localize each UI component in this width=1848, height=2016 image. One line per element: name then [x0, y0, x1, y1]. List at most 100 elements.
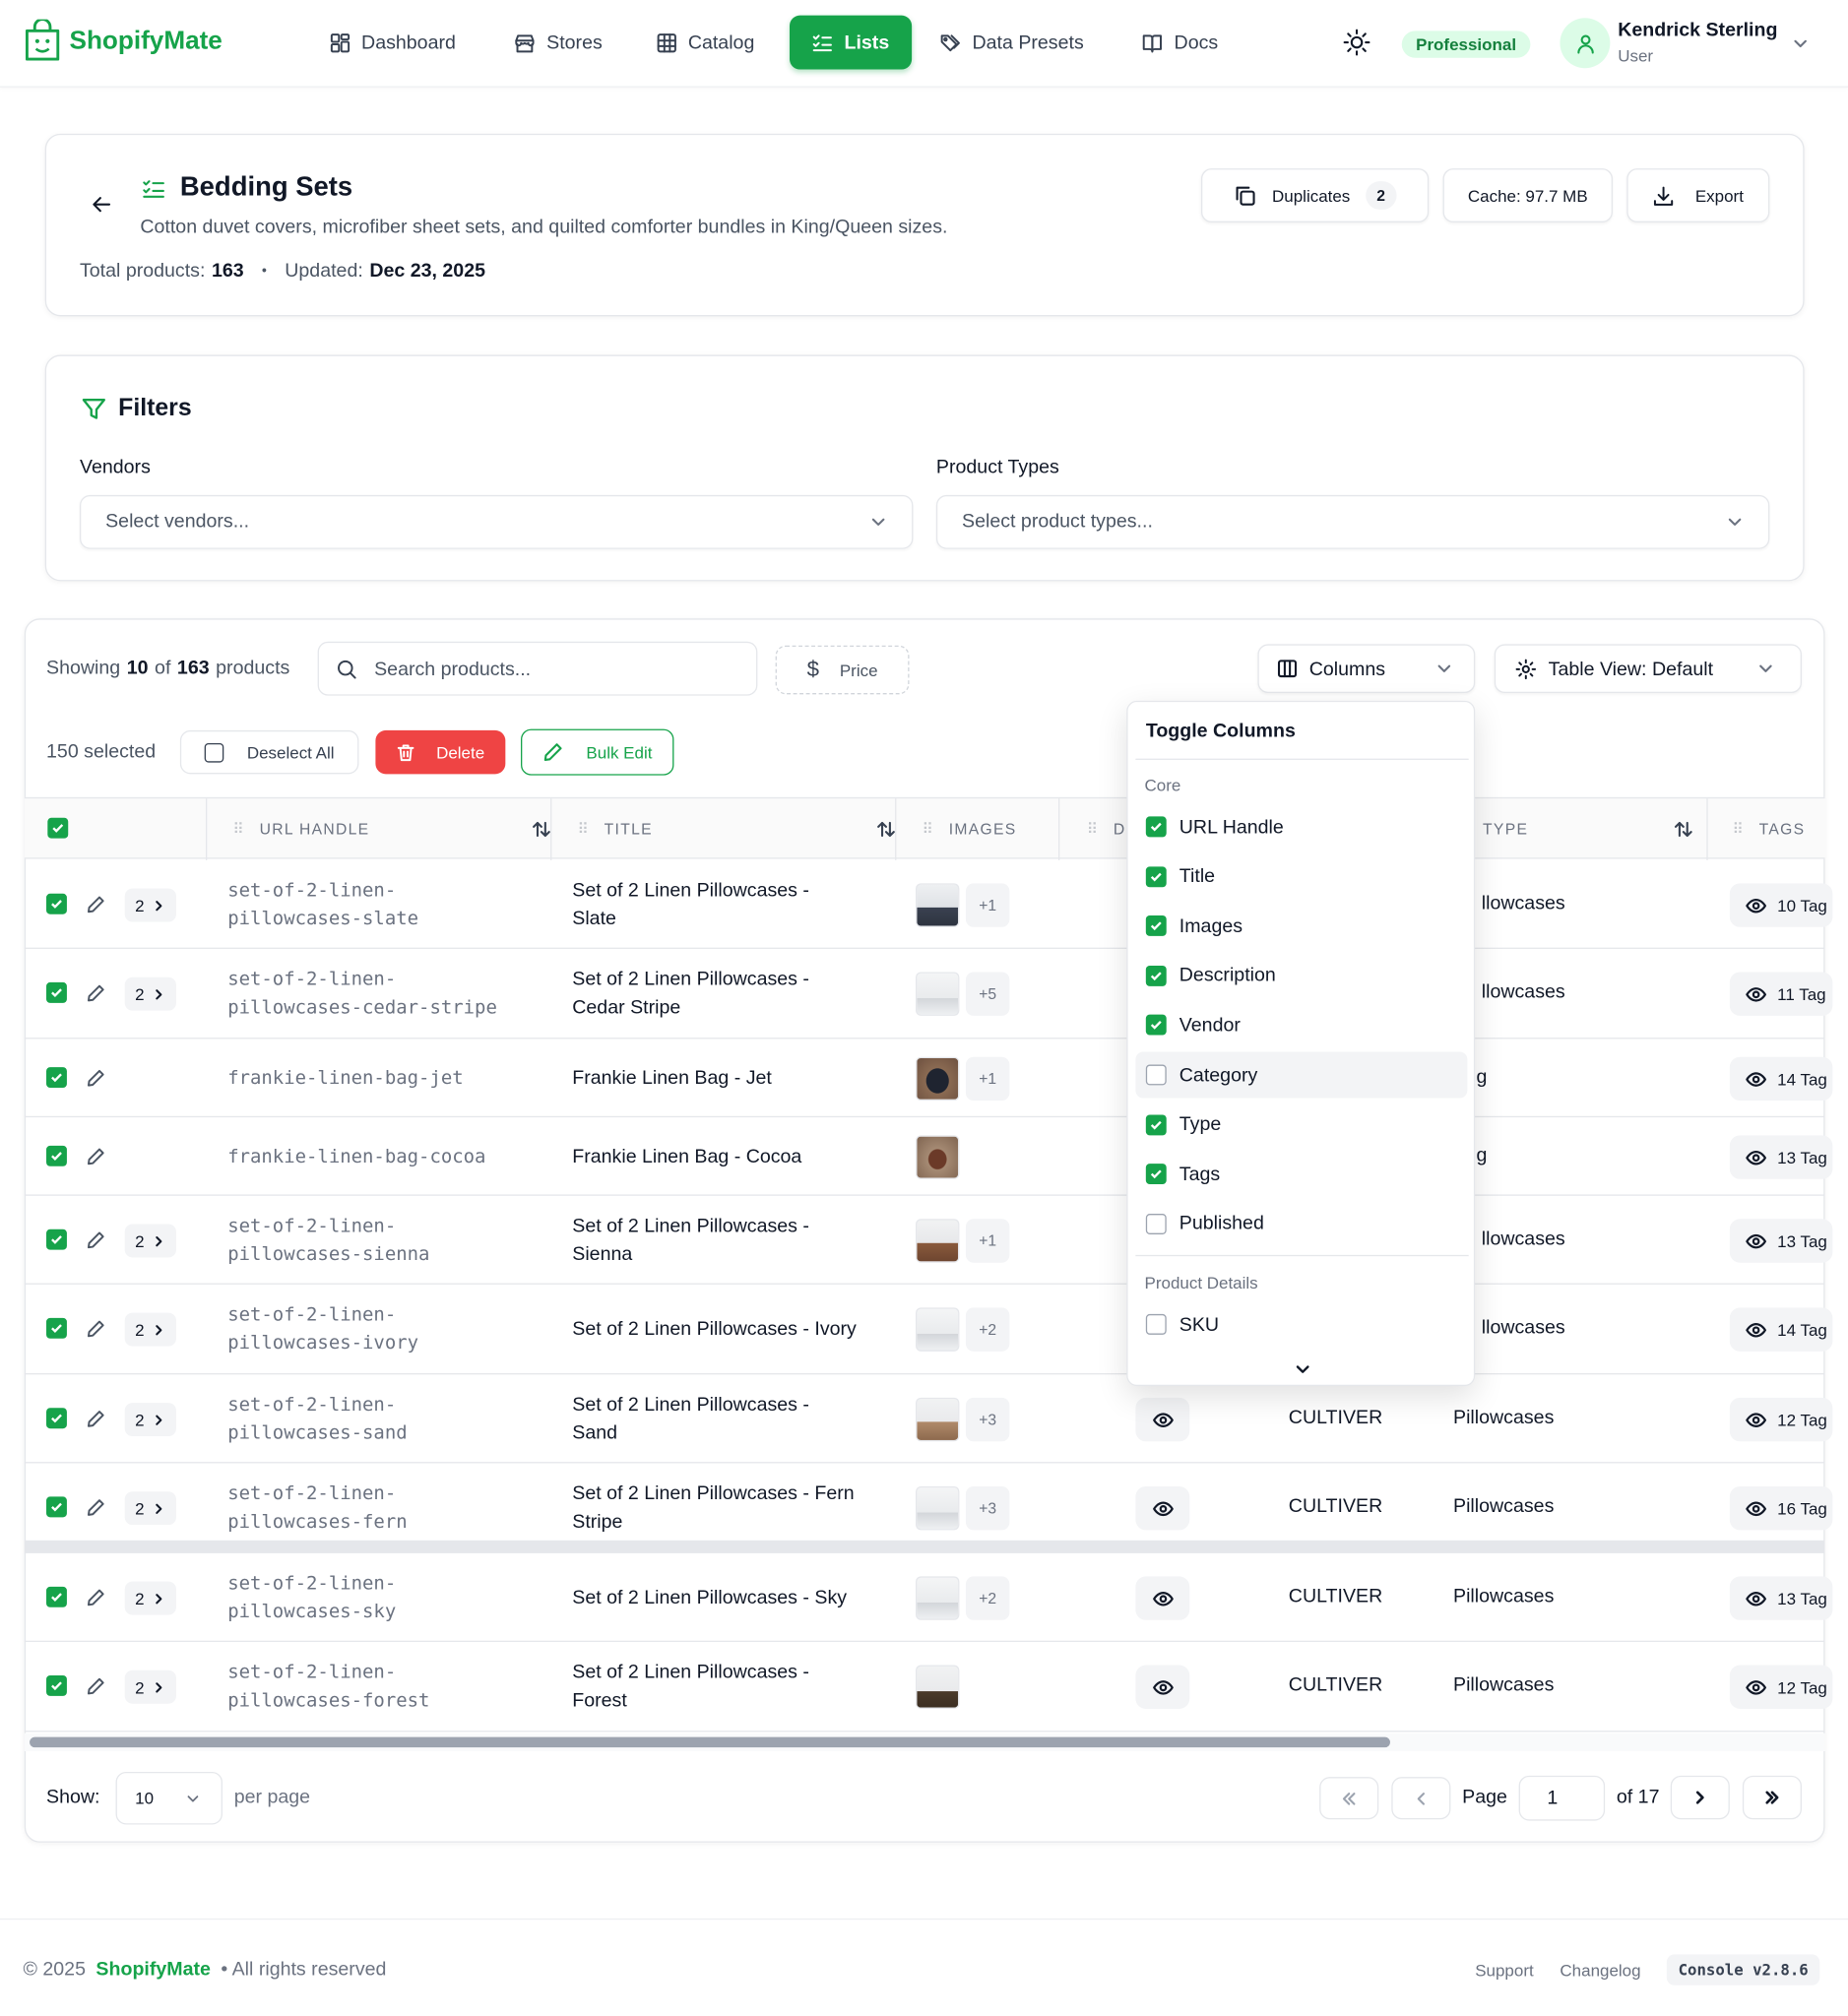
pencil-icon[interactable] [87, 1230, 106, 1250]
product-thumbnail[interactable] [916, 1307, 960, 1352]
export-button[interactable]: Export [1626, 168, 1770, 222]
product-thumbnail[interactable] [916, 1665, 960, 1709]
title-cell[interactable]: Set of 2 Linen Pillowcases - Fern Stripe [572, 1480, 854, 1536]
tags-button[interactable]: 13 Tag [1729, 1219, 1833, 1263]
table-row[interactable]: 2 set-of-2-linen-pillowcases-sky Set of 2 … [24, 1553, 1833, 1643]
row-select-checkbox[interactable] [46, 1496, 67, 1518]
column-toggle-vendor[interactable]: Vendor [1135, 1002, 1467, 1048]
column-toggle-url-handle[interactable]: URL Handle [1135, 803, 1467, 850]
more-images-badge[interactable]: +2 [965, 1576, 1010, 1620]
url-handle-cell[interactable]: set-of-2-linen-pillowcases-sienna [227, 1213, 429, 1269]
nav-docs[interactable]: Docs [1141, 17, 1218, 68]
variants-expand-button[interactable]: 2 [124, 976, 177, 1011]
drag-handle-icon[interactable]: ⠿ [1087, 820, 1100, 838]
column-header-title[interactable]: ⠿ TITLE [577, 798, 896, 860]
footer-brand[interactable]: ShopifyMate [96, 1958, 210, 1980]
column-header-url-handle[interactable]: ⠿ URL HANDLE [232, 798, 551, 860]
more-images-badge[interactable]: +3 [965, 1485, 1010, 1531]
product-thumbnail[interactable] [916, 1397, 960, 1442]
product-thumbnail[interactable] [916, 1135, 960, 1179]
changelog-link[interactable]: Changelog [1560, 1961, 1640, 1981]
row-select-checkbox[interactable] [46, 1408, 67, 1429]
sort-icon[interactable] [531, 819, 551, 840]
title-cell[interactable]: Set of 2 Linen Pillowcases - Sand [572, 1391, 809, 1447]
url-handle-cell[interactable]: frankie-linen-bag-jet [227, 1065, 463, 1094]
more-images-badge[interactable]: +1 [965, 883, 1010, 927]
view-description-button[interactable] [1135, 1397, 1190, 1442]
tags-button[interactable]: 12 Tag [1729, 1397, 1833, 1442]
column-toggle-title[interactable]: Title [1135, 853, 1467, 900]
duplicates-button[interactable]: Duplicates 2 [1200, 168, 1430, 222]
more-images-badge[interactable]: +5 [965, 972, 1010, 1016]
table-row[interactable]: 2 set-of-2-linen-pillowcases-sienna Set of… [24, 1196, 1833, 1285]
title-cell[interactable]: Set of 2 Linen Pillowcases - Sienna [572, 1213, 809, 1269]
drag-handle-icon[interactable]: ⠿ [923, 820, 935, 838]
product-thumbnail[interactable] [916, 883, 960, 927]
column-toggle-images[interactable]: Images [1135, 903, 1467, 949]
back-arrow-icon[interactable] [90, 193, 113, 217]
variants-expand-button[interactable]: 2 [124, 1403, 177, 1437]
tags-button[interactable]: 10 Tag [1729, 883, 1833, 927]
variants-expand-button[interactable]: 2 [124, 1312, 177, 1347]
row-select-checkbox[interactable] [46, 1067, 67, 1089]
nav-catalog[interactable]: Catalog [656, 17, 754, 68]
column-toggle-description[interactable]: Description [1135, 953, 1467, 999]
support-link[interactable]: Support [1475, 1961, 1533, 1981]
more-images-badge[interactable]: +2 [965, 1307, 1010, 1352]
pencil-icon[interactable] [87, 1498, 106, 1518]
product-types-select[interactable]: Select product types... [935, 494, 1770, 549]
tags-button[interactable]: 13 Tag [1729, 1135, 1833, 1179]
select-all-checkbox[interactable] [47, 817, 69, 839]
view-description-button[interactable] [1135, 1665, 1190, 1709]
cache-button[interactable]: Cache: 97.7 MB [1442, 168, 1613, 222]
table-row[interactable]: 2 set-of-2-linen-pillowcases-forest Set of… [24, 1642, 1833, 1732]
title-cell[interactable]: Frankie Linen Bag - Jet [572, 1065, 772, 1094]
search-input[interactable]: Search products... [317, 641, 758, 696]
column-toggle-published[interactable]: Published [1135, 1201, 1467, 1247]
page-number-input[interactable]: 1 [1518, 1775, 1606, 1821]
previous-page-button[interactable] [1391, 1777, 1451, 1820]
url-handle-cell[interactable]: set-of-2-linen-pillowcases-forest [227, 1659, 429, 1715]
pencil-icon[interactable] [87, 1319, 106, 1339]
product-thumbnail[interactable] [916, 1056, 960, 1102]
first-page-button[interactable] [1319, 1777, 1379, 1820]
variants-expand-button[interactable]: 2 [124, 888, 177, 922]
deselect-all-button[interactable]: Deselect All [179, 729, 359, 775]
more-images-badge[interactable]: +3 [965, 1397, 1010, 1442]
user-menu[interactable]: Kendrick Sterling User [1560, 17, 1829, 71]
nav-lists[interactable]: Lists [790, 15, 913, 70]
drag-handle-icon[interactable]: ⠿ [1732, 820, 1745, 838]
table-row[interactable]: 2 set-of-2-linen-pillowcases-sand Set of 2… [24, 1374, 1833, 1464]
delete-button[interactable]: Delete [375, 729, 506, 775]
table-row[interactable]: 2 set-of-2-linen-pillowcases-ivory Set of … [24, 1285, 1833, 1375]
title-cell[interactable]: Set of 2 Linen Pillowcases - Slate [572, 877, 809, 933]
product-thumbnail[interactable] [916, 972, 960, 1016]
pencil-icon[interactable] [87, 1676, 106, 1696]
table-row[interactable]: 2 set-of-2-linen-pillowcases-cedar-stripe… [24, 949, 1833, 1040]
nav-dashboard[interactable]: Dashboard [329, 17, 456, 68]
row-select-checkbox[interactable] [46, 1145, 67, 1166]
drag-handle-icon[interactable]: ⠿ [232, 820, 245, 838]
tags-button[interactable]: 13 Tag [1729, 1576, 1833, 1620]
pencil-icon[interactable] [87, 1588, 106, 1607]
view-description-button[interactable] [1135, 1576, 1190, 1620]
variants-expand-button[interactable]: 2 [124, 1670, 177, 1704]
theme-toggle[interactable] [1343, 29, 1371, 57]
pencil-icon[interactable] [87, 983, 106, 1003]
vendors-select[interactable]: Select vendors... [79, 494, 914, 549]
variants-expand-button[interactable]: 2 [124, 1581, 177, 1615]
column-toggle-category[interactable]: Category [1135, 1051, 1468, 1099]
tags-button[interactable]: 11 Tag [1729, 972, 1833, 1016]
more-images-badge[interactable]: +1 [965, 1056, 1010, 1102]
tags-button[interactable]: 14 Tag [1729, 1056, 1833, 1102]
url-handle-cell[interactable]: set-of-2-linen-pillowcases-ivory [227, 1301, 418, 1357]
pencil-icon[interactable] [87, 1147, 106, 1166]
scrollbar-thumb[interactable] [30, 1736, 1391, 1748]
title-cell[interactable]: Frankie Linen Bag - Cocoa [572, 1143, 801, 1171]
column-header-type[interactable]: TYPE [1483, 798, 1693, 860]
row-select-checkbox[interactable] [46, 893, 67, 914]
last-page-button[interactable] [1742, 1775, 1802, 1820]
price-filter-button[interactable]: $ Price [775, 645, 910, 695]
sort-icon[interactable] [876, 819, 897, 840]
tags-button[interactable]: 16 Tag [1729, 1485, 1833, 1531]
